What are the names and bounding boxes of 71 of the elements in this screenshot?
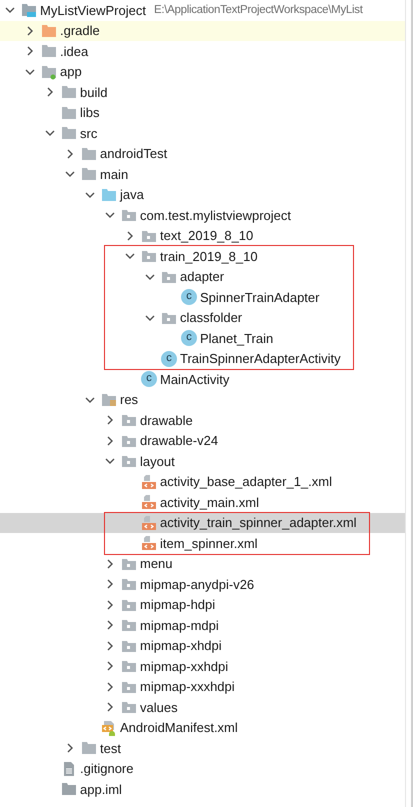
tree-item[interactable]: c SpinnerTrainAdapter bbox=[105, 287, 341, 308]
manifest-file-icon bbox=[101, 720, 117, 736]
package-folder-icon bbox=[121, 453, 137, 470]
folder-icon bbox=[61, 104, 77, 121]
module-folder-icon bbox=[41, 64, 57, 80]
tree-item[interactable]: com.test.mylistviewproject bbox=[0, 205, 405, 226]
tree-item[interactable]: src bbox=[0, 123, 405, 144]
tree-item[interactable]: text_2019_8_10 bbox=[0, 226, 405, 246]
tree-item[interactable]: .gitignore bbox=[0, 758, 405, 779]
xml-file-icon bbox=[141, 494, 157, 510]
tree-item[interactable]: java bbox=[0, 184, 405, 205]
folder-icon bbox=[81, 740, 97, 756]
package-folder-icon bbox=[121, 412, 137, 428]
tree-item[interactable]: item_spinner.xml bbox=[105, 533, 357, 554]
package-folder-icon bbox=[121, 207, 137, 224]
tree-item[interactable]: app bbox=[0, 62, 405, 82]
tree-item[interactable]: mipmap-anydpi-v26 bbox=[0, 574, 405, 594]
xml-file-icon bbox=[141, 514, 157, 531]
tree-item[interactable]: adapter bbox=[105, 266, 341, 287]
package-folder-icon bbox=[121, 699, 137, 716]
tree-item[interactable]: c Planet_Train bbox=[105, 328, 341, 348]
resource-folder-icon bbox=[101, 392, 117, 408]
class-icon: c bbox=[161, 350, 177, 367]
tree-item[interactable]: mipmap-xxxhdpi bbox=[0, 676, 405, 697]
tree-item[interactable]: c MainActivity bbox=[0, 369, 405, 390]
tree-item[interactable]: mipmap-xhdpi bbox=[0, 636, 405, 656]
package-folder-icon bbox=[121, 576, 137, 592]
package-folder-icon bbox=[141, 248, 157, 264]
project-folder-icon bbox=[21, 2, 37, 18]
folder-icon bbox=[41, 43, 57, 60]
tree-item[interactable]: mipmap-xxhdpi bbox=[0, 656, 405, 676]
tree-item[interactable]: activity_main.xml bbox=[0, 492, 405, 512]
class-icon: c bbox=[181, 289, 197, 306]
tree-item[interactable]: drawable-v24 bbox=[0, 430, 405, 451]
class-icon: c bbox=[141, 371, 157, 388]
source-folder-icon bbox=[101, 186, 117, 203]
package-folder-icon bbox=[121, 617, 137, 634]
tree-item[interactable]: test bbox=[0, 738, 405, 758]
folder-icon bbox=[61, 84, 77, 100]
tree-item[interactable]: AndroidManifest.xml bbox=[0, 718, 405, 738]
tree-item[interactable]: androidTest bbox=[0, 144, 405, 164]
project-path: E:\ApplicationTextProjectWorkspace\MyList bbox=[154, 2, 363, 18]
tree-item[interactable]: res bbox=[0, 390, 405, 410]
tree-item[interactable]: classfolder bbox=[105, 308, 341, 328]
folder-icon bbox=[41, 22, 57, 39]
tree-item[interactable]: mipmap-hdpi bbox=[0, 594, 405, 615]
tree-item[interactable]: c TrainSpinnerAdapterActivity bbox=[105, 348, 341, 369]
tree-item[interactable]: train_2019_8_10 bbox=[105, 246, 341, 266]
xml-file-icon bbox=[141, 474, 157, 490]
tree-item[interactable]: build bbox=[0, 82, 405, 102]
folder-icon bbox=[81, 146, 97, 162]
tree-item[interactable]: .idea bbox=[0, 41, 405, 62]
tree-item[interactable]: activity_train_spinner_adapter.xml bbox=[105, 512, 357, 533]
tree-item[interactable]: libs bbox=[0, 102, 405, 123]
tree-item[interactable]: mipmap-mdpi bbox=[0, 615, 405, 636]
tree-item[interactable]: activity_base_adapter_1_.xml bbox=[0, 472, 405, 492]
xml-file-icon bbox=[141, 535, 157, 552]
tree-item[interactable]: drawable bbox=[0, 410, 405, 430]
package-folder-icon bbox=[121, 658, 137, 674]
folder-icon bbox=[61, 125, 77, 142]
tree-item[interactable]: MyListViewProject E:\ApplicationTextProjectWorkspace\MyList bbox=[0, 0, 405, 20]
tree-item[interactable]: app.iml bbox=[0, 779, 405, 800]
folder-icon bbox=[81, 166, 97, 182]
text-file-icon bbox=[61, 760, 77, 777]
tree-item[interactable]: menu bbox=[0, 554, 405, 574]
tree-item[interactable]: values bbox=[0, 697, 405, 718]
class-icon: c bbox=[181, 330, 197, 346]
module-file-icon bbox=[61, 781, 77, 798]
tree-item[interactable]: main bbox=[0, 164, 405, 184]
tree-item[interactable]: layout bbox=[0, 451, 405, 472]
tree-item[interactable]: .gradle bbox=[0, 20, 405, 41]
